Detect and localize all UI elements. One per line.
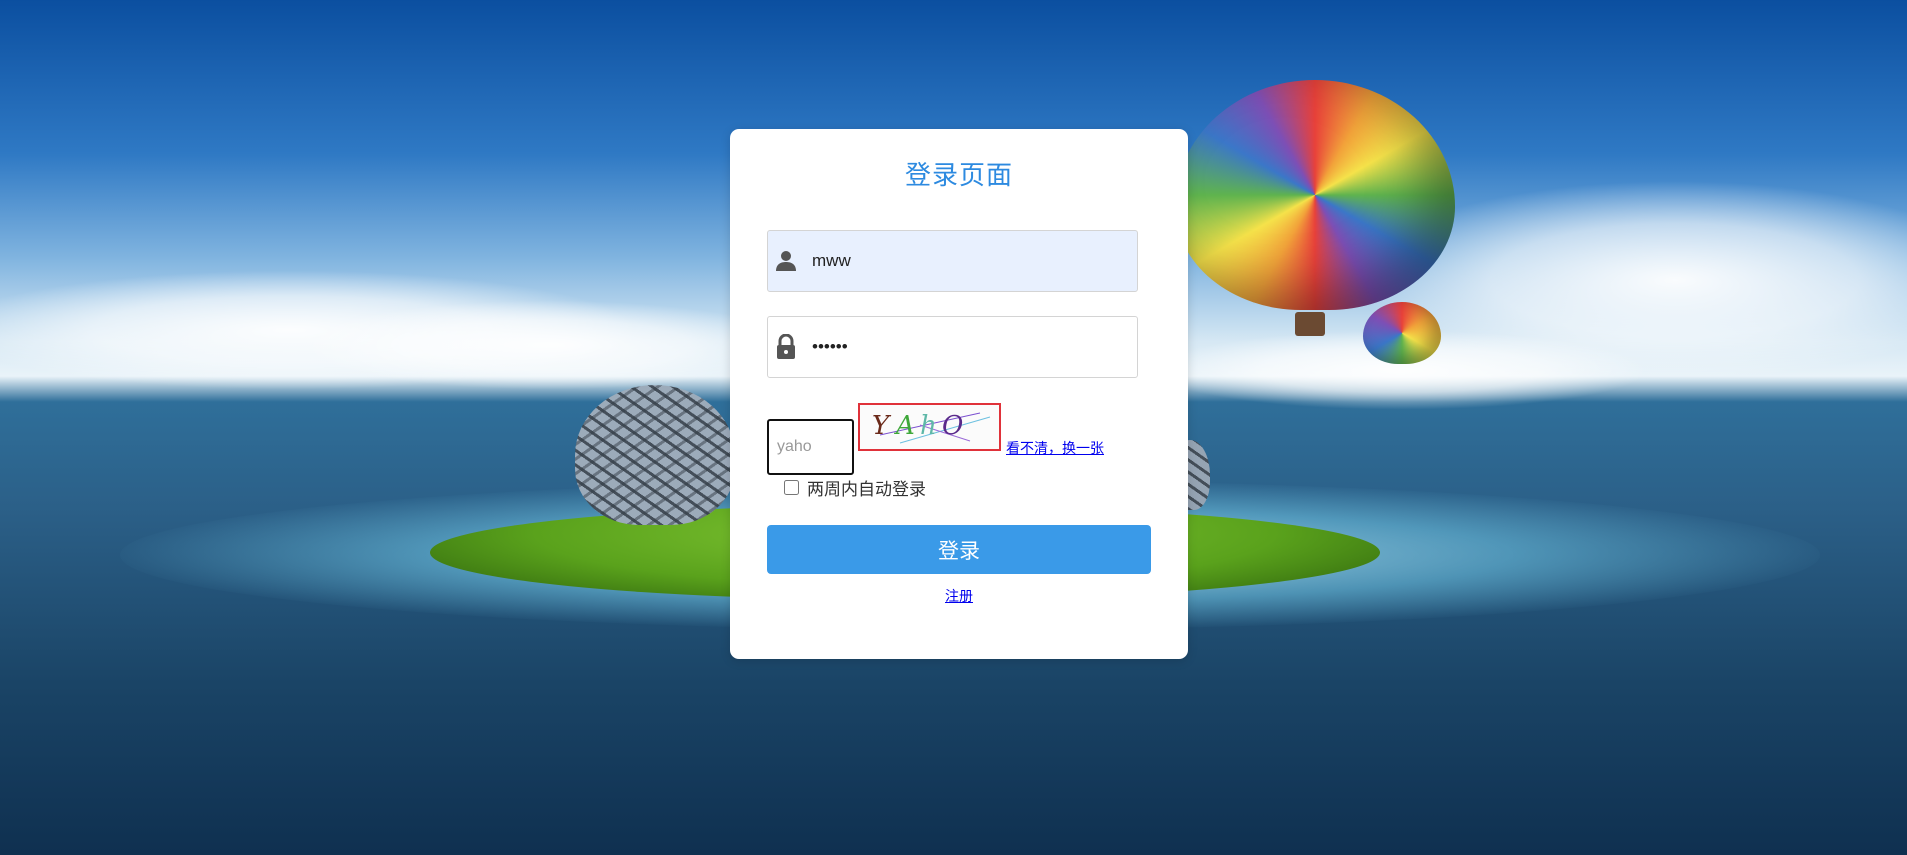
captcha-input[interactable] (767, 419, 854, 475)
captcha-char: h (920, 411, 937, 441)
username-input[interactable] (810, 250, 1114, 272)
login-button[interactable]: 登录 (767, 525, 1151, 574)
captcha-image[interactable]: Y A h O (858, 403, 1001, 451)
register-link[interactable]: 注册 (730, 586, 1188, 606)
login-panel: 登录页面 Y A h O 看不清，换一张 (730, 129, 1188, 659)
lock-icon (774, 334, 798, 359)
password-field[interactable] (767, 316, 1138, 378)
captcha-char: A (896, 411, 915, 441)
page-title: 登录页面 (904, 161, 1013, 191)
user-icon (774, 249, 798, 273)
captcha-char: Y (872, 411, 890, 441)
remember-me[interactable]: 两周内自动登录 (784, 475, 926, 500)
username-field[interactable] (767, 230, 1138, 292)
remember-checkbox[interactable] (784, 480, 799, 495)
hot-air-balloon-small (1363, 302, 1441, 364)
captcha-char: O (942, 411, 964, 441)
hot-air-balloon-large (1175, 80, 1455, 310)
captcha-refresh-link[interactable]: 看不清，换一张 (1006, 438, 1104, 458)
password-input[interactable] (810, 336, 1114, 358)
stadium-image (575, 385, 735, 525)
balloon-basket (1295, 312, 1325, 336)
remember-label: 两周内自动登录 (807, 480, 926, 500)
cloud (300, 300, 800, 390)
